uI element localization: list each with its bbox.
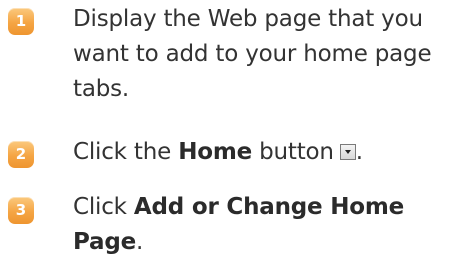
dropdown-arrow-icon (339, 144, 356, 160)
step-instruction: Click the Home button. (73, 135, 458, 170)
instruction-text: . (136, 229, 144, 255)
step-number-badge: 3 (8, 197, 34, 224)
instruction-text: Click the (73, 139, 179, 165)
instruction-text: Click (73, 194, 134, 220)
instruction-text: . (355, 139, 363, 165)
step-instruction: Click Add or Change Home Page. (73, 190, 458, 260)
home-button-label: Home (178, 139, 253, 165)
step-instruction: Display the Web page that you want to ad… (73, 6, 432, 102)
instruction-text: button (252, 139, 334, 165)
step-number-badge: 2 (8, 141, 34, 168)
step-number-badge: 1 (8, 8, 34, 35)
